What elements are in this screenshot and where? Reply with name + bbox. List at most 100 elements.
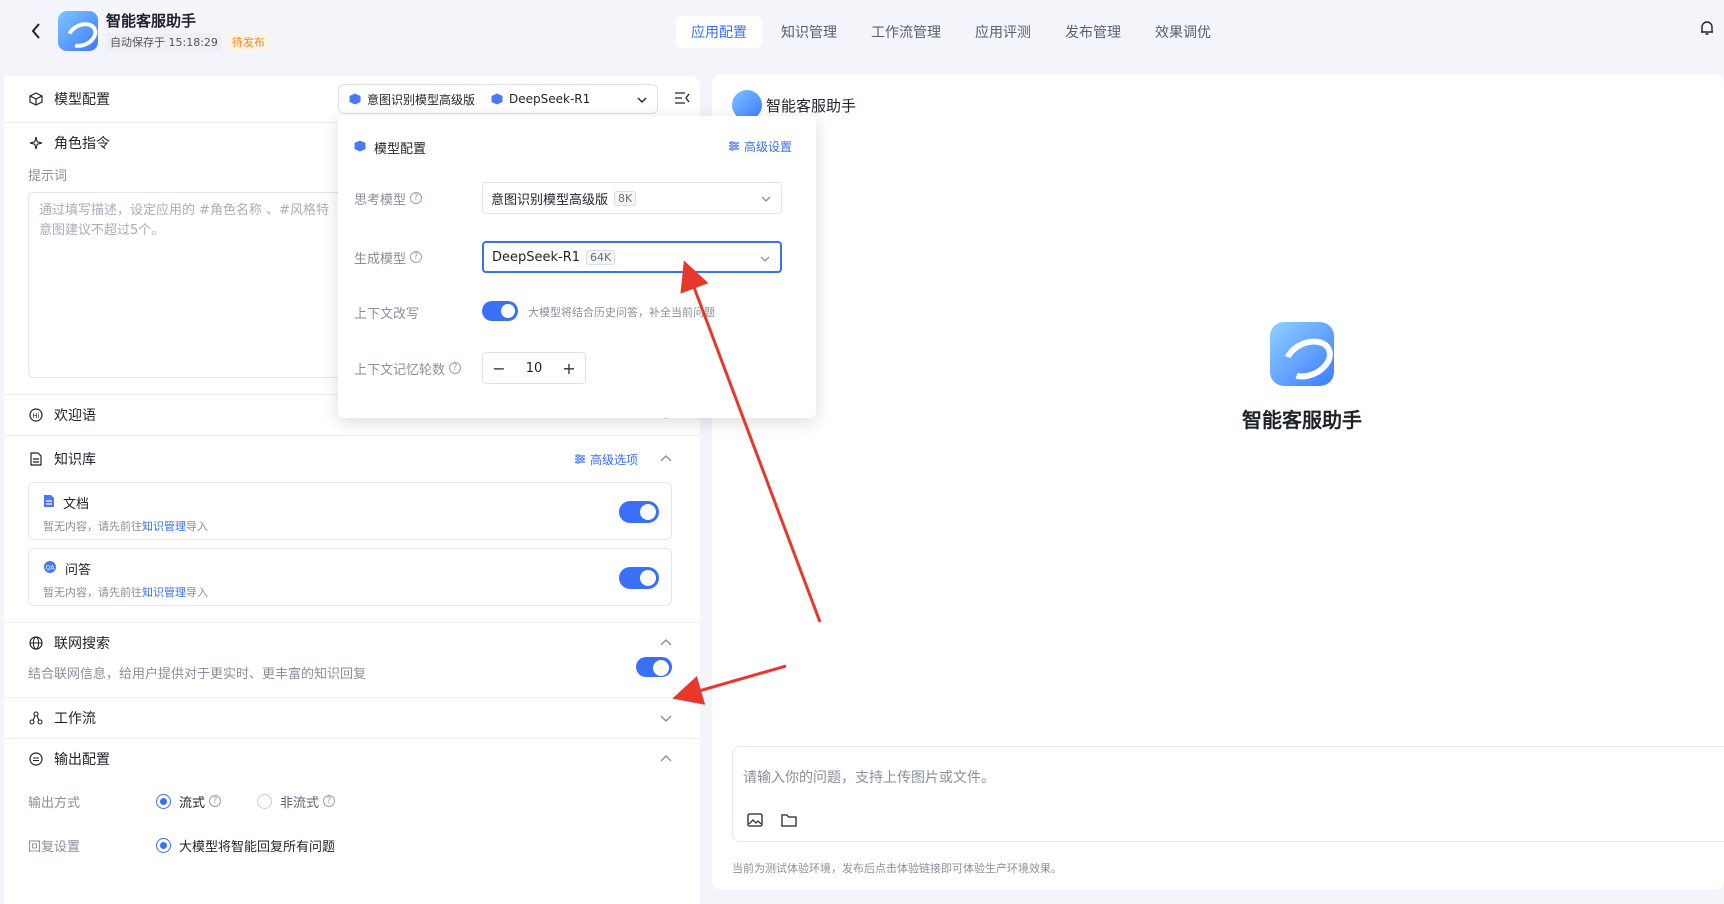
kb-card-desc: 暂无内容，请先前往知识管理导入 bbox=[43, 518, 657, 534]
kb-manage-link[interactable]: 知识管理 bbox=[142, 520, 186, 533]
chevron-up-icon[interactable] bbox=[660, 753, 672, 765]
tab-app-config[interactable]: 应用配置 bbox=[676, 16, 762, 48]
collapse-panel-icon[interactable] bbox=[674, 91, 690, 107]
sparkle-icon bbox=[28, 135, 44, 151]
help-icon[interactable]: ? bbox=[410, 192, 423, 204]
preview-app-name: 智能客服助手 bbox=[1242, 408, 1362, 432]
radio-stream[interactable]: 流式? bbox=[156, 792, 222, 811]
chevron-down-icon bbox=[637, 94, 647, 108]
tab-evaluation[interactable]: 应用评测 bbox=[960, 16, 1046, 48]
tab-workflow[interactable]: 工作流管理 bbox=[856, 16, 956, 48]
chevron-up-icon[interactable] bbox=[660, 453, 672, 465]
radio-selected bbox=[156, 837, 171, 853]
kb-manage-link[interactable]: 知识管理 bbox=[142, 586, 186, 599]
preview-title: 智能客服助手 bbox=[766, 96, 857, 115]
selected-gen-model: DeepSeek-R1 bbox=[509, 92, 591, 106]
kb-card-desc: 暂无内容，请先前往知识管理导入 bbox=[43, 584, 657, 600]
help-icon[interactable]: ? bbox=[410, 251, 423, 263]
chevron-down-icon bbox=[761, 193, 771, 203]
selected-think-model: 意图识别模型高级版 bbox=[367, 92, 476, 107]
kb-doc-toggle[interactable] bbox=[619, 501, 659, 523]
qa-icon: QA bbox=[43, 560, 57, 578]
chat-tools bbox=[747, 813, 797, 831]
radio-nonstream[interactable]: 非流式? bbox=[257, 792, 336, 811]
advanced-options-link[interactable]: 高级选项 bbox=[574, 451, 638, 468]
gen-model-label-text: 生成模型 bbox=[354, 251, 407, 267]
rewrite-toggle[interactable] bbox=[482, 301, 518, 321]
web-search-label: 联网搜索 bbox=[54, 636, 110, 652]
gen-model-select[interactable]: DeepSeek-R1 64K bbox=[482, 241, 782, 273]
think-model-label-text: 思考模型 bbox=[354, 192, 407, 208]
main-nav: 应用配置 知识管理 工作流管理 应用评测 发布管理 效果调优 bbox=[676, 16, 1226, 48]
think-model-label: 思考模型? bbox=[354, 189, 482, 208]
bell-icon[interactable] bbox=[1700, 20, 1716, 38]
output-mode-label: 输出方式 bbox=[28, 795, 81, 811]
sliders-icon bbox=[574, 453, 586, 467]
folder-icon[interactable] bbox=[781, 813, 797, 831]
think-model-select[interactable]: 意图识别模型高级版 8K bbox=[482, 182, 782, 214]
radio-nonstream-label: 非流式 bbox=[280, 795, 320, 811]
kb-desc-text: 暂无内容，请先前往 bbox=[43, 520, 142, 533]
web-search-body: 结合联网信息，给用户提供对于更实时、更丰富的知识回复 bbox=[4, 657, 700, 697]
memory-label-text: 上下文记忆轮数 bbox=[354, 362, 446, 378]
minus-icon[interactable]: − bbox=[491, 359, 507, 378]
document-icon bbox=[28, 451, 44, 467]
help-icon[interactable]: ? bbox=[449, 362, 462, 374]
kb-card-qa: QA 问答 暂无内容，请先前往知识管理导入 bbox=[28, 548, 672, 606]
kb-qa-toggle[interactable] bbox=[619, 567, 659, 589]
kb-desc-text: 暂无内容，请先前往 bbox=[43, 586, 142, 599]
tab-publish[interactable]: 发布管理 bbox=[1050, 16, 1136, 48]
radio-selected bbox=[156, 793, 171, 809]
kb-card-title: QA 问答 bbox=[43, 559, 657, 578]
kb-desc-text: 导入 bbox=[186, 586, 208, 599]
think-model-row: 思考模型? 意图识别模型高级版 8K bbox=[354, 182, 782, 214]
radio-smart-reply[interactable]: 大模型将智能回复所有问题 bbox=[156, 836, 335, 855]
chevron-down-icon[interactable] bbox=[660, 712, 672, 724]
rewrite-toggle-wrap bbox=[482, 301, 520, 323]
advanced-settings-link[interactable]: 高级设置 bbox=[728, 138, 792, 155]
sliders-icon bbox=[728, 140, 740, 154]
popover-header: 模型配置 bbox=[354, 138, 426, 157]
workflow-header[interactable]: 工作流 bbox=[4, 698, 700, 738]
cube-outline-icon bbox=[28, 91, 44, 107]
welcome-label: 欢迎语 bbox=[54, 408, 96, 424]
workflow-icon bbox=[28, 710, 44, 726]
status-badge: 待发布 bbox=[227, 33, 269, 51]
model-config-popover: 模型配置 高级设置 思考模型? 意图识别模型高级版 8K 生成模型? DeepS… bbox=[338, 116, 816, 418]
rewrite-hint: 大模型将结合历史问答，补全当前问题 bbox=[528, 306, 715, 319]
cube-icon bbox=[349, 93, 361, 105]
tab-tuning[interactable]: 效果调优 bbox=[1140, 16, 1226, 48]
chat-input[interactable]: 请输入你的问题，支持上传图片或文件。 bbox=[732, 746, 1724, 842]
model-selector[interactable]: 意图识别模型高级版 DeepSeek-R1 bbox=[338, 84, 658, 114]
chat-placeholder: 请输入你的问题，支持上传图片或文件。 bbox=[743, 770, 995, 786]
advanced-settings-label: 高级设置 bbox=[743, 140, 792, 154]
memory-stepper: − 10 + bbox=[482, 352, 586, 384]
role-label: 角色指令 bbox=[54, 136, 110, 152]
gen-model-row: 生成模型? DeepSeek-R1 64K bbox=[354, 241, 782, 273]
memory-label: 上下文记忆轮数? bbox=[354, 359, 482, 378]
workflow-label: 工作流 bbox=[54, 711, 96, 727]
kb-card-document: 文档 暂无内容，请先前往知识管理导入 bbox=[28, 482, 672, 540]
back-arrow-icon[interactable] bbox=[26, 21, 46, 41]
plus-icon[interactable]: + bbox=[561, 359, 577, 378]
app-meta: 智能客服助手 自动保存于 15:18:29 待发布 bbox=[106, 11, 269, 51]
context-tag: 8K bbox=[614, 190, 637, 206]
output-header: 输出配置 bbox=[4, 739, 700, 779]
doc-file-icon bbox=[43, 494, 55, 512]
chevron-up-icon[interactable] bbox=[660, 637, 672, 649]
memory-row: 上下文记忆轮数? − 10 + bbox=[354, 352, 586, 384]
context-tag: 64K bbox=[586, 249, 616, 265]
memory-value[interactable]: 10 bbox=[526, 361, 543, 376]
output-mode-row: 输出方式 流式? 非流式? bbox=[4, 779, 700, 823]
web-search-toggle[interactable] bbox=[636, 657, 672, 677]
help-icon[interactable]: ? bbox=[209, 795, 222, 807]
reply-setting-row: 回复设置 大模型将智能回复所有问题 bbox=[4, 823, 700, 867]
kb-card-title: 文档 bbox=[43, 493, 657, 512]
image-upload-icon[interactable] bbox=[747, 813, 763, 831]
think-model-value: 意图识别模型高级版 bbox=[491, 192, 609, 208]
help-icon[interactable]: ? bbox=[323, 795, 336, 807]
gen-model-label: 生成模型? bbox=[354, 248, 482, 267]
tab-knowledge[interactable]: 知识管理 bbox=[766, 16, 852, 48]
gen-model-value: DeepSeek-R1 bbox=[492, 249, 581, 265]
advanced-options-label: 高级选项 bbox=[589, 453, 638, 467]
